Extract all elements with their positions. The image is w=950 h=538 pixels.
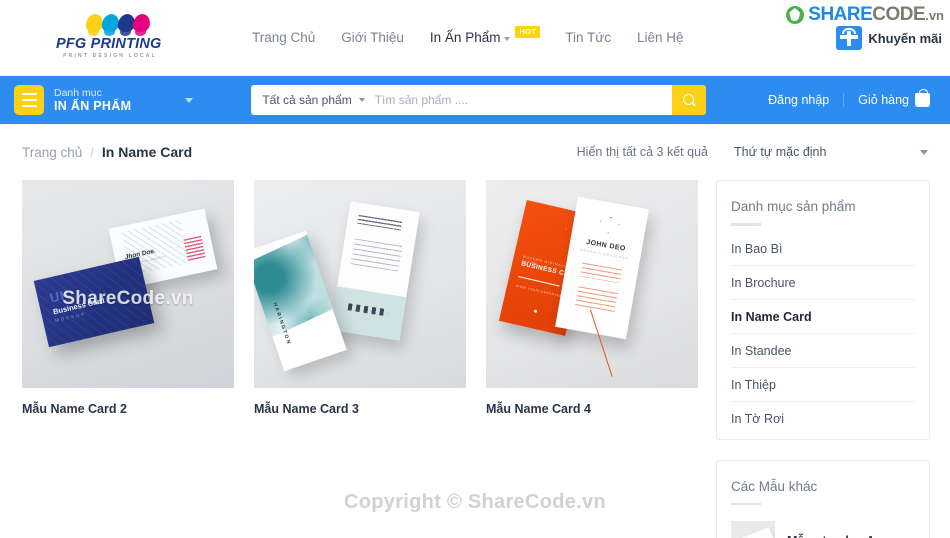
widget-title: Các Mẫu khác [731, 478, 818, 494]
sidebar-item-in-name-card[interactable]: In Name Card [731, 300, 915, 334]
cart-link[interactable]: Giỏ hàng [843, 89, 936, 107]
sidebar: Danh mục sản phẩm In Bao Bì In Brochure … [716, 180, 930, 538]
diamond-icon [598, 215, 621, 235]
nav-label: Giới Thiệu [341, 30, 404, 45]
hot-badge: HOT [515, 25, 541, 38]
sharecode-logo-icon [784, 4, 807, 26]
site-logo[interactable]: PFG PRINTING PRINT DESIGN LOCAL [0, 13, 210, 62]
nav-item-in-an-pham[interactable]: In Ấn Phẩm HOT [429, 25, 541, 45]
category-small-label: Danh mục [54, 86, 102, 99]
product-categories-widget: Danh mục sản phẩm In Bao Bì In Brochure … [716, 180, 930, 440]
main-navigation: Trang Chủ Giới Thiệu In Ấn Phẩm HOT Tin … [252, 25, 684, 45]
search-box: Tất cả sản phẩm [251, 85, 707, 115]
product-title[interactable]: Mẫu Name Card 3 [254, 402, 466, 416]
product-grid: Jhon Doe. CORPORATE IDENTITY UK Business… [22, 180, 698, 538]
mini-thumbnail [731, 521, 775, 538]
nav-item-lien-he[interactable]: Liên Hệ [637, 30, 684, 45]
login-link[interactable]: Đăng nhập [754, 93, 843, 107]
search-button[interactable] [672, 85, 707, 115]
nav-label: Trang Chủ [252, 30, 316, 45]
sidebar-item-in-standee[interactable]: In Standee [731, 334, 915, 368]
product-card[interactable]: MODERN MINIMALISM CLEAN BUSINESS CARD WW… [486, 180, 698, 538]
category-main-label: IN ẤN PHẨM [54, 98, 132, 113]
product-title[interactable]: Mẫu Name Card 2 [22, 402, 234, 416]
logo-tagline: PRINT DESIGN LOCAL [63, 52, 157, 59]
category-list: In Bao Bì In Brochure In Name Card In St… [731, 232, 915, 435]
body-columns: Jhon Doe. CORPORATE IDENTITY UK Business… [22, 180, 930, 538]
title-underline [731, 502, 761, 505]
subheader-row: Trang chủ / In Name Card Hiển thị tất cả… [22, 124, 928, 180]
widget-title: Danh mục sản phẩm [731, 199, 856, 214]
search-scope-label: Tất cả sản phẩm [262, 93, 352, 107]
product-title[interactable]: Mẫu Name Card 4 [486, 402, 698, 416]
breadcrumb: Trang chủ / In Name Card [22, 144, 192, 160]
nav-label: In Ấn Phẩm [429, 30, 501, 45]
nav-label: Liên Hệ [637, 30, 684, 45]
search-bar: Danh mục IN ẤN PHẨM Tất cả sản phẩm Đăng… [0, 76, 950, 124]
site-header: PFG PRINTING PRINT DESIGN LOCAL Trang Ch… [0, 0, 950, 76]
nav-label: Tin Tức [565, 30, 611, 45]
account-actions: Đăng nhập Giỏ hàng [754, 89, 936, 107]
result-count: Hiển thị tất cả 3 kết quả [576, 145, 708, 159]
watermark-code-text: CODE [872, 4, 926, 25]
sort-label: Thứ tự mặc định [734, 145, 827, 159]
breadcrumb-current: In Name Card [101, 144, 193, 160]
breadcrumb-home[interactable]: Trang chủ [22, 145, 82, 160]
logo-splash-icon [85, 13, 164, 34]
hamburger-menu-icon [14, 85, 44, 115]
sort-select[interactable]: Thứ tự mặc định [734, 145, 928, 159]
watermark-share-text: SHARE [808, 4, 873, 25]
logo-name: PFG PRINTING [56, 35, 162, 52]
product-thumbnail[interactable]: HARINGTON [254, 180, 466, 388]
promotion-button[interactable]: Khuyến mãi [836, 26, 942, 50]
chevron-down-icon [358, 98, 365, 102]
chevron-down-icon [185, 97, 194, 103]
title-underline [731, 223, 761, 226]
sharecode-watermark-logo: SHARE CODE .vn [784, 4, 944, 26]
nav-item-trang-chu[interactable]: Trang Chủ [252, 30, 315, 45]
gift-icon [836, 26, 863, 50]
sidebar-item-in-brochure[interactable]: In Brochure [731, 266, 915, 300]
page-root: PFG PRINTING PRINT DESIGN LOCAL Trang Ch… [0, 0, 950, 538]
chevron-down-icon [504, 36, 511, 41]
search-icon [682, 93, 696, 107]
shopping-bag-icon [915, 89, 930, 107]
sidebar-item-in-bao-bi[interactable]: In Bao Bì [731, 232, 915, 266]
content-area: Trang chủ / In Name Card Hiển thị tất cả… [0, 124, 950, 538]
watermark-vn-text: .vn [925, 7, 944, 23]
mini-title: Mẫu standee 4 [787, 534, 873, 538]
promotion-label: Khuyến mãi [868, 30, 942, 46]
product-thumbnail[interactable]: Jhon Doe. CORPORATE IDENTITY UK Business… [22, 180, 234, 388]
category-menu-toggle[interactable]: Danh mục IN ẤN PHẨM [14, 85, 194, 115]
sidebar-item-in-to-roi[interactable]: In Tờ Rơi [731, 402, 915, 435]
cart-label: Giỏ hàng [858, 93, 909, 107]
breadcrumb-separator: / [90, 144, 94, 160]
other-templates-widget: Các Mẫu khác Mẫu standee 4 [716, 459, 930, 538]
list-item[interactable]: Mẫu standee 4 [731, 511, 915, 538]
product-card[interactable]: Jhon Doe. CORPORATE IDENTITY UK Business… [22, 180, 234, 538]
chevron-down-icon [920, 149, 928, 155]
product-card[interactable]: HARINGTON Mẫu Name Card 3 [254, 180, 466, 538]
sidebar-item-in-thiep[interactable]: In Thiệp [731, 368, 915, 402]
product-thumbnail[interactable]: MODERN MINIMALISM CLEAN BUSINESS CARD WW… [486, 180, 698, 388]
nav-item-tin-tuc[interactable]: Tin Tức [565, 30, 611, 45]
search-scope-select[interactable]: Tất cả sản phẩm [251, 93, 374, 107]
search-input[interactable] [374, 85, 673, 115]
nav-item-gioi-thieu[interactable]: Giới Thiệu [341, 30, 404, 45]
